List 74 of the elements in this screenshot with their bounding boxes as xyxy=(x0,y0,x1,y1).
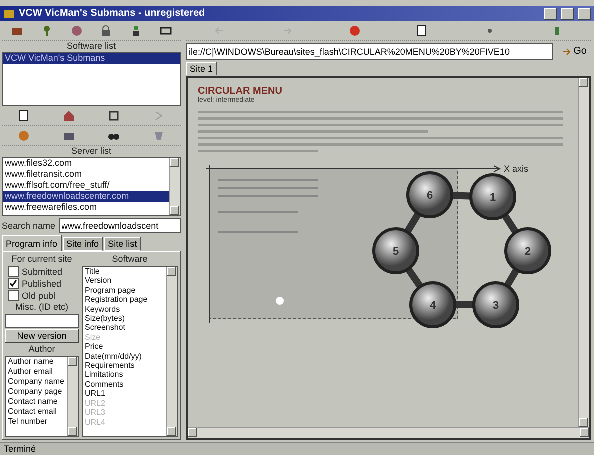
list-item[interactable]: Program page xyxy=(83,286,166,296)
misc-label: Misc. (ID etc) xyxy=(14,302,70,313)
ball[interactable]: 6 xyxy=(406,172,454,218)
list-item[interactable]: URL1 xyxy=(83,389,166,399)
tab[interactable]: Program info xyxy=(2,235,62,251)
new-version-button[interactable]: New version xyxy=(5,329,79,343)
maximize-button[interactable] xyxy=(561,8,574,20)
author-label: Author xyxy=(28,344,56,355)
software-label: Software xyxy=(111,254,149,265)
go-button[interactable]: Go xyxy=(558,46,591,57)
tab[interactable]: Site 1 xyxy=(186,62,218,75)
software-list-label: Software list xyxy=(66,41,118,52)
list-item[interactable]: www.freedownloadscenter.com xyxy=(3,191,169,202)
checkbox-label: Published xyxy=(22,278,62,288)
arrow-icon xyxy=(562,48,572,56)
list-item[interactable]: www.filetransit.com xyxy=(3,169,169,180)
list-item[interactable]: Company page xyxy=(6,387,67,397)
list-item[interactable]: Version xyxy=(83,276,166,286)
close-button[interactable] xyxy=(578,8,591,20)
tab[interactable]: Site info xyxy=(62,237,104,251)
list-item[interactable]: VCW VicMan's Submans xyxy=(3,53,180,64)
ball[interactable]: 2 xyxy=(504,228,552,274)
minimize-button[interactable] xyxy=(544,8,557,20)
lock-icon[interactable] xyxy=(100,24,112,36)
checkbox[interactable] xyxy=(8,290,19,301)
scrollbar[interactable] xyxy=(67,357,78,436)
section-label: For current site xyxy=(10,254,74,265)
list-item[interactable]: Keywords xyxy=(83,304,166,314)
list-item[interactable]: Author email xyxy=(6,367,67,377)
checkbox-label: Submitted xyxy=(22,266,63,276)
checkbox-label: Old publ xyxy=(22,290,56,300)
list-item[interactable]: Comments xyxy=(83,380,166,390)
page-icon[interactable] xyxy=(416,24,428,36)
checkbox[interactable] xyxy=(8,266,19,277)
house-icon[interactable] xyxy=(63,110,76,122)
address-field[interactable]: ile://C|\WINDOWS\Bureau\sites_flash\CIRCULAR%20MENU%20BY%20FIVE10 xyxy=(186,43,553,60)
window-title: VCW VicMan's Submans - unregistered xyxy=(19,8,206,19)
list-item[interactable]: Contact email xyxy=(6,407,67,417)
scrollbar[interactable] xyxy=(169,158,180,215)
list-item[interactable]: Tel number xyxy=(6,417,67,427)
list-item[interactable]: Contact name xyxy=(6,397,67,407)
refresh-icon[interactable] xyxy=(108,110,120,122)
scrollbar[interactable] xyxy=(188,427,589,438)
list-item[interactable]: www.fflsoft.com/free_stuff/ xyxy=(3,180,169,191)
page-icon[interactable] xyxy=(18,110,30,122)
search-label: Search name xyxy=(2,220,56,230)
ball[interactable]: 3 xyxy=(472,282,520,328)
stop-icon[interactable] xyxy=(348,24,361,36)
list-item[interactable]: Price xyxy=(83,342,166,352)
tab[interactable]: Site list xyxy=(104,237,142,251)
scrollbar[interactable] xyxy=(578,78,589,427)
misc-field[interactable] xyxy=(5,314,79,328)
ball[interactable]: 1 xyxy=(470,174,516,220)
scrollbar[interactable] xyxy=(166,267,177,436)
server-list-label: Server list xyxy=(70,146,112,157)
ball[interactable]: 4 xyxy=(410,282,456,328)
list-item[interactable]: Date(mm/dd/yy) xyxy=(83,352,166,362)
checkbox[interactable] xyxy=(8,278,19,289)
list-item[interactable]: www.files32.com xyxy=(3,158,169,169)
dot-marker xyxy=(276,297,284,305)
app-icon xyxy=(3,8,15,18)
list-item[interactable]: Title xyxy=(83,267,166,276)
search-field[interactable]: www.freedownloadscent xyxy=(58,218,181,233)
list-item[interactable]: Size(bytes) xyxy=(83,314,166,324)
list-item[interactable]: Limitations xyxy=(83,370,166,380)
list-item[interactable]: Company name xyxy=(6,377,67,387)
list-item[interactable]: Registration page xyxy=(83,295,166,305)
list-item[interactable]: Screenshot xyxy=(83,323,166,333)
list-item[interactable]: Requirements xyxy=(83,361,166,370)
page-heading: CIRCULAR MENU xyxy=(198,86,284,97)
list-item[interactable]: www.freewarefiles.com xyxy=(3,202,169,213)
list-item[interactable]: Author name xyxy=(6,357,67,367)
ball[interactable]: 5 xyxy=(372,228,420,274)
status-bar: Terminé xyxy=(0,442,594,455)
